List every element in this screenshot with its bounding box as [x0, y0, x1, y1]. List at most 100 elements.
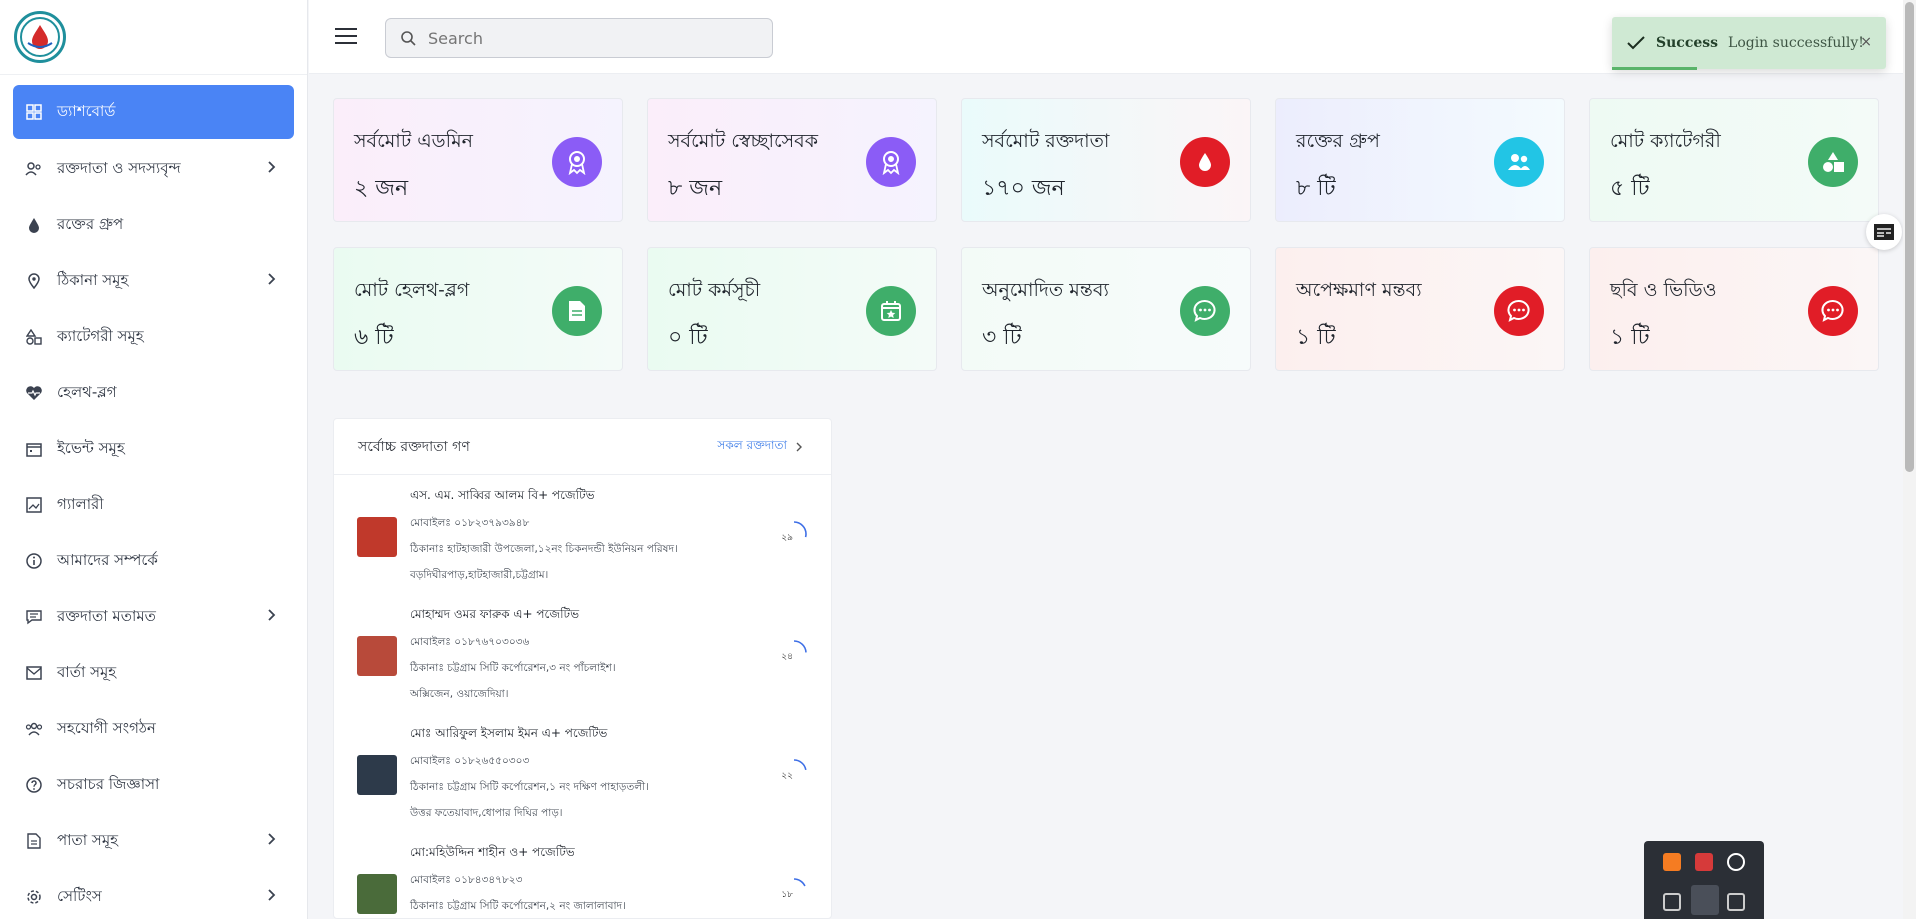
group-icon — [1494, 137, 1544, 187]
table-widget-button[interactable] — [1866, 214, 1902, 250]
all-donors-link[interactable]: সকল রক্তদাতা — [717, 437, 805, 457]
donor-list: এস. এম. সাব্বির আলম বি+ পজেটিভ মোবাইলঃ ০১… — [334, 475, 831, 918]
mail-icon — [25, 664, 43, 682]
sidebar-item-label: ইভেন্ট সমূহ — [57, 438, 125, 457]
security-icon[interactable] — [1727, 853, 1745, 871]
donor-mobile: মোবাইলঃ ০১৮২৩৭৯৩৯৪৮ — [410, 517, 530, 529]
usb-icon[interactable] — [1727, 893, 1745, 911]
donation-count: ২২ — [781, 771, 793, 781]
search-icon — [401, 31, 416, 46]
sidebar-item-0[interactable]: ড্যাশবোর্ড — [13, 85, 294, 139]
group-icon — [25, 720, 43, 738]
drop-icon — [1180, 137, 1230, 187]
sidebar-item-label: পাতা সমূহ — [57, 830, 119, 849]
toast-message: Login successfully! — [1728, 35, 1864, 51]
sidebar-item-1[interactable]: রক্তদাতা ও সদস্যবৃন্দ — [13, 143, 294, 195]
donor-address: ঠিকানাঃ হাটহাজারী উপজেলা,১২নং চিকনদন্ডী … — [410, 543, 678, 555]
sidebar-item-3[interactable]: ঠিকানা সমূহ — [13, 255, 294, 307]
users-icon — [25, 160, 43, 178]
chevron-right-icon — [266, 608, 276, 626]
donor-address: ঠিকানাঃ চট্টগ্রাম সিটি কর্পোরেশন,২ নং জা… — [410, 900, 626, 912]
avatar — [357, 517, 397, 557]
camera-icon[interactable] — [1663, 893, 1681, 911]
sidebar-item-label: ক্যাটেগরী সমূহ — [57, 326, 144, 345]
sidebar-item-6[interactable]: ইভেন্ট সমূহ — [13, 423, 294, 475]
scrollbar-thumb[interactable] — [1905, 2, 1914, 472]
donor-address-2: বড়দিঘীরপাড়,হাটহাজারী,চট্টগ্রাম। — [410, 569, 549, 581]
sidebar-item-label: ড্যাশবোর্ড — [57, 101, 116, 120]
stat-card-8[interactable]: অপেক্ষমাণ মন্তব্য ১ টি — [1275, 247, 1565, 371]
donor-mobile: মোবাইলঃ ০১৮৪৩৪৭৮২৩ — [410, 874, 523, 886]
donor-name[interactable]: মো:মহিউদ্দিন শাহীন ও+ পজেটিভ — [410, 844, 831, 864]
toast-title: Success — [1656, 35, 1719, 51]
menu-toggle-icon[interactable] — [335, 28, 357, 46]
stat-card-9[interactable]: ছবি ও ভিডিও ১ টি — [1589, 247, 1879, 371]
image-icon — [25, 496, 43, 514]
question-icon — [25, 776, 43, 794]
sidebar-item-label: রক্তের গ্রুপ — [57, 214, 124, 233]
sidebar-item-label: রক্তদাতা ও সদস্যবৃন্দ — [57, 158, 181, 177]
sidebar-item-13[interactable]: পাতা সমূহ — [13, 815, 294, 867]
donor-item: মোঃ আরিফুল ইসলাম ইমন এ+ পজেটিভ মোবাইলঃ ০১… — [334, 713, 831, 832]
shapes-icon — [1808, 137, 1858, 187]
sidebar-item-label: গ্যালারী — [57, 494, 104, 513]
page-icon — [25, 832, 43, 850]
settings-icon — [25, 888, 43, 906]
sidebar-item-8[interactable]: আমাদের সম্পর্কে — [13, 535, 294, 587]
donor-item: মো:মহিউদ্দিন শাহীন ও+ পজেটিভ মোবাইলঃ ০১৮৪… — [334, 832, 831, 918]
calendar-star-icon — [866, 286, 916, 336]
sidebar-item-14[interactable]: সেটিংস — [13, 871, 294, 919]
info-icon — [25, 552, 43, 570]
avatar — [357, 874, 397, 914]
pen-icon[interactable] — [1691, 885, 1719, 915]
sidebar-item-label: ঠিকানা সমূহ — [57, 270, 129, 289]
system-tray-popup — [1644, 841, 1764, 919]
sidebar-item-label: সচরাচর জিজ্ঞাসা — [57, 774, 160, 793]
panel-header: সর্বোচ্চ রক্তদাতা গণ সকল রক্তদাতা — [334, 419, 831, 475]
stat-card-2[interactable]: সর্বমোট রক্তদাতা ১৭০ জন — [961, 98, 1251, 222]
sidebar: ড্যাশবোর্ড রক্তদাতা ও সদস্যবৃন্দ রক্তের গ্… — [0, 0, 308, 919]
sidebar-item-2[interactable]: রক্তের গ্রুপ — [13, 199, 294, 251]
heartbeat-icon — [25, 384, 43, 402]
check-icon — [1627, 36, 1645, 50]
toast-close-button[interactable]: × — [1860, 34, 1872, 50]
donor-name[interactable]: মোঃ আরিফুল ইসলাম ইমন এ+ পজেটিভ — [410, 725, 831, 745]
stat-card-4[interactable]: মোট ক্যাটেগরী ৫ টি — [1589, 98, 1879, 222]
calendar-icon — [25, 440, 43, 458]
table-icon — [1874, 224, 1894, 240]
sidebar-item-10[interactable]: বার্তা সমূহ — [13, 647, 294, 699]
stat-card-6[interactable]: মোট কর্মসূচী ০ টি — [647, 247, 937, 371]
sidebar-item-11[interactable]: সহযোগী সংগঠন — [13, 703, 294, 755]
shapes-icon — [25, 328, 43, 346]
pdf-icon[interactable] — [1695, 853, 1713, 871]
logo[interactable] — [14, 11, 66, 63]
search-box[interactable] — [385, 18, 773, 58]
stat-card-0[interactable]: সর্বমোট এডমিন ২ জন — [333, 98, 623, 222]
donor-mobile: মোবাইলঃ ০১৮২৬৫৫০৩০৩ — [410, 755, 530, 767]
sidebar-item-9[interactable]: রক্তদাতা মতামত — [13, 591, 294, 643]
search-input[interactable] — [428, 28, 728, 48]
stat-card-3[interactable]: রক্তের গ্রুপ ৮ টি — [1275, 98, 1565, 222]
donor-name[interactable]: এস. এম. সাব্বির আলম বি+ পজেটিভ — [410, 487, 831, 507]
sidebar-item-4[interactable]: ক্যাটেগরী সমূহ — [13, 311, 294, 363]
avatar — [357, 636, 397, 676]
sidebar-item-12[interactable]: সচরাচর জিজ্ঞাসা — [13, 759, 294, 811]
chat-icon — [1808, 286, 1858, 336]
donation-count: ২৪ — [781, 652, 793, 662]
stat-card-5[interactable]: মোট হেলথ-ব্লগ ৬ টি — [333, 247, 623, 371]
donation-count: ২৯ — [781, 533, 793, 543]
donor-name[interactable]: মোহাম্মদ ওমর ফারুক এ+ পজেটিভ — [410, 606, 831, 626]
stat-card-1[interactable]: সর্বমোট স্বেচ্ছাসেবক ৮ জন — [647, 98, 937, 222]
donor-address-2: উত্তর ফতেয়াবাদ,ধোপার দিঘির পাড়। — [410, 807, 563, 819]
panel-title: সর্বোচ্চ রক্তদাতা গণ — [358, 438, 470, 455]
stat-card-7[interactable]: অনুমোদিত মন্তব্য ৩ টি — [961, 247, 1251, 371]
sidebar-item-7[interactable]: গ্যালারী — [13, 479, 294, 531]
xampp-icon[interactable] — [1663, 853, 1681, 871]
chevron-right-icon — [266, 160, 276, 178]
brand — [0, 0, 307, 75]
chevron-right-icon — [266, 272, 276, 290]
sidebar-item-label: সহযোগী সংগঠন — [57, 718, 156, 737]
chevron-right-icon — [266, 832, 276, 850]
sidebar-item-5[interactable]: হেলথ-ব্লগ — [13, 367, 294, 419]
comment-icon — [25, 608, 43, 626]
